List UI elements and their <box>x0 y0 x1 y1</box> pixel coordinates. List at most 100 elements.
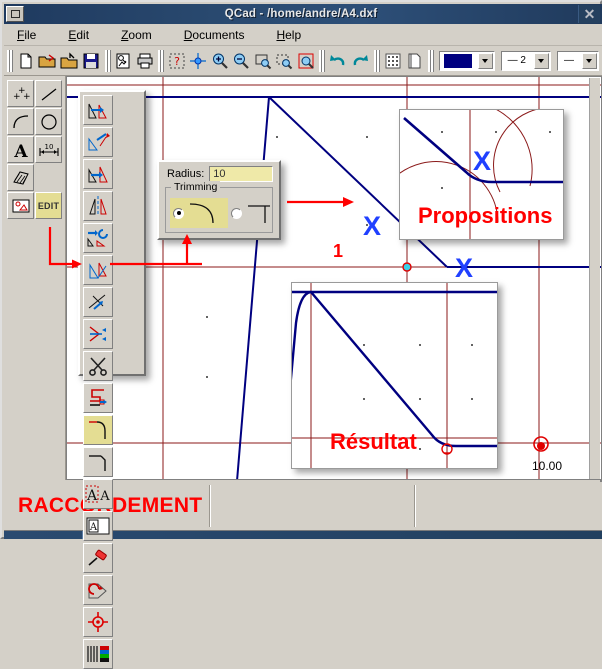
spacer-tool <box>35 164 62 191</box>
modify-toolbar: AA A <box>78 90 146 376</box>
zoom-window-icon[interactable] <box>253 49 272 73</box>
trim-two-tool[interactable] <box>83 319 113 349</box>
trim-on-option[interactable] <box>170 198 228 228</box>
arc-tool[interactable] <box>7 108 34 135</box>
circle-tool[interactable] <box>35 108 62 135</box>
toolbar-grip-5[interactable] <box>374 49 379 73</box>
rotate-two-tool[interactable] <box>83 255 113 285</box>
radius-label: Radius: <box>167 168 204 180</box>
window-title: QCad - /home/andre/A4.dxf <box>24 8 578 20</box>
propositions-label: Propositions <box>418 203 552 229</box>
sharp-corner-icon <box>245 201 283 225</box>
layer-list-icon[interactable] <box>404 49 423 73</box>
menu-item-zoom[interactable]: Zoom <box>118 27 155 43</box>
fillet-options-dialog: Radius: 10 Trimming <box>157 160 281 240</box>
zoom-auto-icon[interactable]: ? <box>167 49 186 73</box>
mirror-tool[interactable] <box>83 191 113 221</box>
svg-text:A: A <box>13 142 28 159</box>
hatch-tool[interactable] <box>7 164 34 191</box>
pen-width-combo[interactable]: — 2 <box>501 51 551 71</box>
image-tool[interactable] <box>7 192 34 219</box>
svg-text:A: A <box>99 489 110 504</box>
zoom-selection-icon[interactable] <box>274 49 293 73</box>
trim-tool[interactable] <box>83 287 113 317</box>
fillet-tool[interactable] <box>83 415 113 445</box>
rounded-corner-icon <box>187 201 225 225</box>
redo-icon[interactable] <box>350 49 370 73</box>
vertical-scrollbar[interactable] <box>589 78 600 480</box>
propositions-inset: X Propositions <box>399 109 564 240</box>
propositions-marker-x: X <box>473 146 491 177</box>
menu-item-help[interactable]: Help <box>273 27 304 43</box>
line-style-combo[interactable]: — <box>557 51 599 71</box>
resultat-label: Résultat <box>330 429 417 455</box>
save-floppy-icon[interactable] <box>81 49 100 73</box>
zoom-pan-icon[interactable] <box>189 49 208 73</box>
scale-tool[interactable] <box>83 159 113 189</box>
zoom-in-icon[interactable] <box>210 49 229 73</box>
main-toolbar: ? <box>4 46 602 76</box>
line-tool[interactable] <box>35 80 62 107</box>
close-icon[interactable]: ✕ <box>578 5 600 23</box>
trim-on-radio[interactable] <box>173 208 184 219</box>
new-file-icon[interactable] <box>16 49 35 73</box>
trim-off-option[interactable] <box>228 198 286 228</box>
zoom-out-icon[interactable] <box>232 49 251 73</box>
line-style-value: — <box>558 55 580 66</box>
move-rotate-tool[interactable] <box>83 223 113 253</box>
window-restore-icon[interactable] <box>6 6 24 22</box>
text-tool[interactable]: A <box>7 136 34 163</box>
svg-text:10: 10 <box>44 143 53 151</box>
svg-text:A: A <box>89 522 98 533</box>
trimming-legend: Trimming <box>171 181 220 193</box>
open-folder-icon[interactable] <box>37 49 57 73</box>
radius-input[interactable]: 10 <box>209 166 273 182</box>
svg-text:+: + <box>23 92 31 102</box>
toolbar-grip-3[interactable] <box>158 49 163 73</box>
toolbar-grip-2[interactable] <box>105 49 110 73</box>
resultat-inset: Résultat <box>291 282 498 469</box>
dimension-tool[interactable]: 10 <box>35 136 62 163</box>
toolbar-grip-6[interactable] <box>428 49 433 73</box>
edit-tool[interactable]: EDIT <box>35 192 62 219</box>
point-tool[interactable]: +++ <box>7 80 34 107</box>
edit-text-tool[interactable]: A <box>83 511 113 541</box>
toolbar-grip-4[interactable] <box>319 49 324 73</box>
svg-text:A: A <box>86 488 98 504</box>
pen-width-value: — 2 <box>502 55 532 66</box>
status-panel-3 <box>415 484 602 528</box>
trimming-group: Trimming <box>165 187 273 233</box>
pen-color-combo[interactable] <box>439 51 495 71</box>
menu-item-file[interactable]: File <box>14 27 39 43</box>
print-preview-icon[interactable] <box>114 49 133 73</box>
svg-text:?: ? <box>174 55 180 68</box>
chevron-down-icon-2[interactable] <box>534 53 549 69</box>
move-tool[interactable] <box>83 95 113 125</box>
menu-item-edit[interactable]: Edit <box>65 27 92 43</box>
undo-icon[interactable] <box>328 49 348 73</box>
status-panel-2 <box>210 484 414 528</box>
explode-text-tool[interactable]: AA <box>83 479 113 509</box>
zoom-previous-icon[interactable] <box>296 49 315 73</box>
bevel-tool[interactable] <box>83 447 113 477</box>
layer-colors-tool[interactable] <box>83 639 113 669</box>
chevron-down-icon-3[interactable] <box>582 53 597 69</box>
delete-tool[interactable] <box>83 543 113 573</box>
menu-item-documents[interactable]: Documents <box>181 27 248 43</box>
stretch-tool[interactable] <box>83 383 113 413</box>
save-as-icon[interactable] <box>59 49 79 73</box>
chevron-down-icon[interactable] <box>478 53 493 69</box>
print-icon[interactable] <box>135 49 154 73</box>
trim-off-radio[interactable] <box>231 208 242 219</box>
undo-entity-tool[interactable] <box>83 575 113 605</box>
menu-bar: File Edit Zoom Documents Help <box>4 24 602 46</box>
attributes-tool[interactable] <box>83 607 113 637</box>
toolbar-grip[interactable] <box>7 49 12 73</box>
rotate-tool[interactable] <box>83 127 113 157</box>
title-bar: QCad - /home/andre/A4.dxf ✕ <box>4 4 602 24</box>
pen-color-swatch <box>444 54 472 68</box>
grid-snap-icon[interactable] <box>383 49 402 73</box>
window-restore-glyph <box>11 10 20 18</box>
qcad-window: QCad - /home/andre/A4.dxf ✕ File Edit Zo… <box>0 0 602 539</box>
cut-tool[interactable] <box>83 351 113 381</box>
